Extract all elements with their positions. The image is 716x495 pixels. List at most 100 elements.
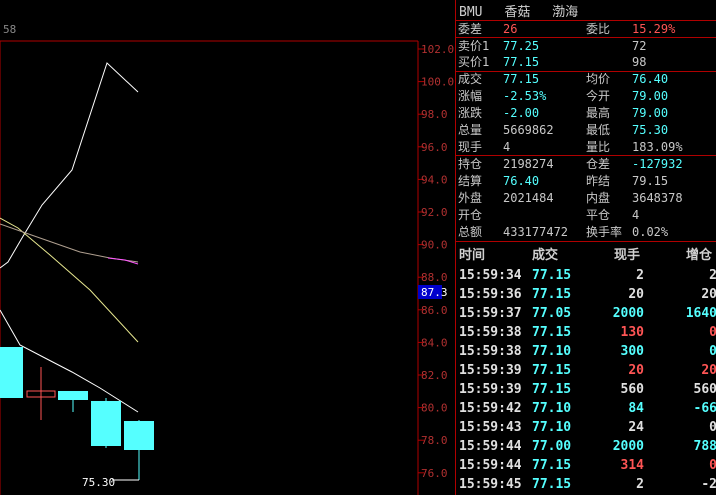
tick-open-interest: 0	[709, 458, 716, 473]
tick-price: 77.15	[532, 477, 572, 492]
quote-value: 76.40	[632, 72, 669, 86]
tick-time: 15:59:38	[459, 344, 522, 359]
tick-price: 77.15	[532, 268, 572, 283]
quote-value: 79.15	[632, 174, 669, 188]
tick-row[interactable]: 15:59:45 77.15 2 -2	[456, 475, 716, 494]
quote-label: 外盘	[458, 191, 483, 205]
quote-value: 4	[632, 208, 640, 222]
quote-row: 开仓 平仓 4	[456, 207, 716, 224]
quote-value: 77.15	[503, 55, 540, 69]
divider	[456, 71, 716, 72]
quote-value: 79.00	[632, 89, 669, 103]
quote-label: 量比	[586, 140, 611, 154]
tick-row[interactable]: 15:59:42 77.10 84 -66	[456, 399, 716, 418]
quote-value: -2.00	[503, 106, 540, 120]
quote-row: 成交 77.15 均价 76.40	[456, 71, 716, 88]
quote-label: 结算	[458, 174, 483, 188]
tick-volume: 130	[620, 325, 644, 340]
tick-row[interactable]: 15:59:37 77.05 2000 1640	[456, 304, 716, 323]
y-tick-label: 76.0	[421, 467, 448, 480]
tick-time: 15:59:44	[459, 439, 522, 454]
quote-value: 15.29%	[632, 22, 676, 36]
tick-row[interactable]: 15:59:38 77.10 300 0	[456, 342, 716, 361]
quote-row: 持仓 2198274 仓差 -127932	[456, 156, 716, 173]
quote-row: 现手 4 量比 183.09%	[456, 139, 716, 156]
tick-open-interest: 2	[709, 268, 716, 283]
tick-row[interactable]: 15:59:39 77.15 20 20	[456, 361, 716, 380]
quote-label: 总额	[458, 225, 483, 239]
tick-row[interactable]: 15:59:44 77.15 314 0	[456, 456, 716, 475]
quote-value: 4	[503, 140, 511, 154]
tick-time: 15:59:36	[459, 287, 522, 302]
tick-volume: 20	[628, 363, 644, 378]
quote-row: 涨幅 -2.53% 今开 79.00	[456, 88, 716, 105]
chart-corner-label: 58	[3, 23, 16, 36]
tick-volume: 300	[620, 344, 644, 359]
quote-row: 外盘 2021484 内盘 3648378	[456, 190, 716, 207]
tick-price: 77.10	[532, 420, 572, 435]
tick-price: 77.10	[532, 401, 572, 416]
kline-chart-panel[interactable]: 58 102.0 100.0 98.0 96.0 94.0 92.0 90.0 88.0 86.…	[0, 0, 454, 495]
ticks-header-price: 成交	[532, 248, 559, 263]
y-tick-label: 92.0	[421, 206, 448, 219]
tick-row[interactable]: 15:59:38 77.15 130 0	[456, 323, 716, 342]
symbol-name: 香菇	[504, 5, 531, 20]
tick-price: 77.15	[532, 458, 572, 473]
quote-label: 总量	[458, 123, 483, 137]
quote-value: 79.00	[632, 106, 669, 120]
tick-volume: 560	[620, 382, 644, 397]
ma-line-white	[0, 62, 139, 269]
tick-open-interest: 0	[709, 420, 716, 435]
tick-price: 77.10	[532, 344, 572, 359]
tick-price: 77.15	[532, 325, 572, 340]
quote-value: 72	[632, 39, 647, 53]
exchange-name: 渤海	[552, 5, 579, 20]
y-tick-label: 100.0	[421, 76, 454, 89]
quote-value: 183.09%	[632, 140, 683, 154]
tick-time: 15:59:38	[459, 325, 522, 340]
tick-row[interactable]: 15:59:44 77.00 2000 788	[456, 437, 716, 456]
quote-label: 委差	[458, 22, 483, 36]
tick-open-interest: 1640	[685, 306, 716, 321]
quote-label: 涨幅	[458, 89, 483, 103]
tick-time: 15:59:45	[459, 477, 522, 492]
tick-volume: 2000	[612, 306, 644, 321]
quote-value: 26	[503, 22, 518, 36]
quote-label: 买价1	[458, 55, 490, 69]
tick-time: 15:59:37	[459, 306, 522, 321]
current-price-label: 87.3	[421, 286, 448, 299]
quote-value: 2198274	[503, 157, 554, 171]
candle	[124, 421, 154, 450]
quote-label: 卖价1	[458, 39, 490, 53]
tick-row[interactable]: 15:59:43 77.10 24 0	[456, 418, 716, 437]
tick-time: 15:59:42	[459, 401, 522, 416]
kline-chart[interactable]: 58 102.0 100.0 98.0 96.0 94.0 92.0 90.0 88.0 86.…	[0, 0, 454, 495]
y-tick-label: 84.0	[421, 336, 448, 349]
quote-value: 77.25	[503, 39, 540, 53]
tick-open-interest: 20	[701, 363, 716, 378]
tick-price: 77.05	[532, 306, 572, 321]
y-tick-label: 98.0	[421, 108, 448, 121]
tick-price: 77.15	[532, 287, 572, 302]
tick-open-interest: 788	[693, 439, 716, 454]
quote-value: 2021484	[503, 191, 554, 205]
quote-label: 委比	[586, 22, 611, 36]
tick-row[interactable]: 15:59:34 77.15 2 2	[456, 266, 716, 285]
quote-label: 换手率	[586, 225, 623, 239]
y-tick-label: 88.0	[421, 271, 448, 284]
tick-row[interactable]: 15:59:39 77.15 560 560	[456, 380, 716, 399]
tick-open-interest: 560	[693, 382, 716, 397]
y-axis: 102.0 100.0 98.0 96.0 94.0 92.0 90.0 88.0 86.0 84…	[418, 43, 454, 480]
candle	[91, 401, 121, 446]
divider	[456, 155, 716, 156]
y-tick-label: 82.0	[421, 369, 448, 382]
tick-price: 77.00	[532, 439, 572, 454]
y-tick-label: 102.0	[421, 43, 454, 56]
quote-label: 昨结	[586, 174, 611, 188]
quote-value: 77.15	[503, 72, 540, 86]
symbol-code: BMU	[459, 5, 483, 20]
y-tick-label: 86.0	[421, 304, 448, 317]
quote-value: -127932	[632, 157, 683, 171]
tick-row[interactable]: 15:59:36 77.15 20 20	[456, 285, 716, 304]
y-tick-label: 96.0	[421, 141, 448, 154]
